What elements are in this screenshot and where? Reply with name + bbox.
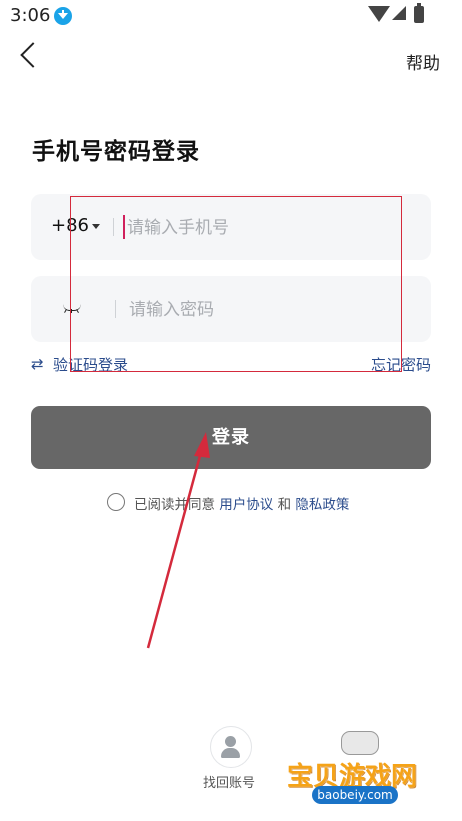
help-button[interactable]: 帮助 bbox=[406, 49, 440, 74]
login-button[interactable]: 登录 bbox=[31, 406, 431, 469]
swap-icon[interactable]: ⇄ bbox=[31, 355, 44, 373]
recover-account-icon[interactable] bbox=[210, 726, 252, 768]
wifi-icon bbox=[368, 6, 390, 22]
gamepad-icon bbox=[341, 731, 379, 755]
agreement-text: 已阅读并同意 用户协议 和 隐私政策 bbox=[134, 493, 349, 513]
battery-icon bbox=[414, 3, 424, 23]
download-icon bbox=[54, 7, 72, 25]
watermark-logo: 宝贝游戏网 baobeiy.com bbox=[285, 728, 433, 818]
agreement-prefix: 已阅读并同意 bbox=[134, 497, 215, 513]
agreement-and: 和 bbox=[277, 497, 292, 513]
page-title: 手机号密码登录 bbox=[32, 139, 200, 165]
annotation-box bbox=[70, 196, 402, 372]
recover-account-label[interactable]: 找回账号 bbox=[203, 772, 255, 791]
status-time: 3:06 bbox=[10, 5, 51, 26]
agreement-checkbox[interactable] bbox=[107, 493, 125, 511]
terms-link[interactable]: 用户协议 bbox=[219, 497, 273, 513]
privacy-link[interactable]: 隐私政策 bbox=[295, 497, 349, 513]
watermark-url: baobeiy.com bbox=[312, 786, 398, 804]
signal-icon bbox=[392, 6, 406, 20]
back-icon[interactable] bbox=[20, 42, 46, 68]
